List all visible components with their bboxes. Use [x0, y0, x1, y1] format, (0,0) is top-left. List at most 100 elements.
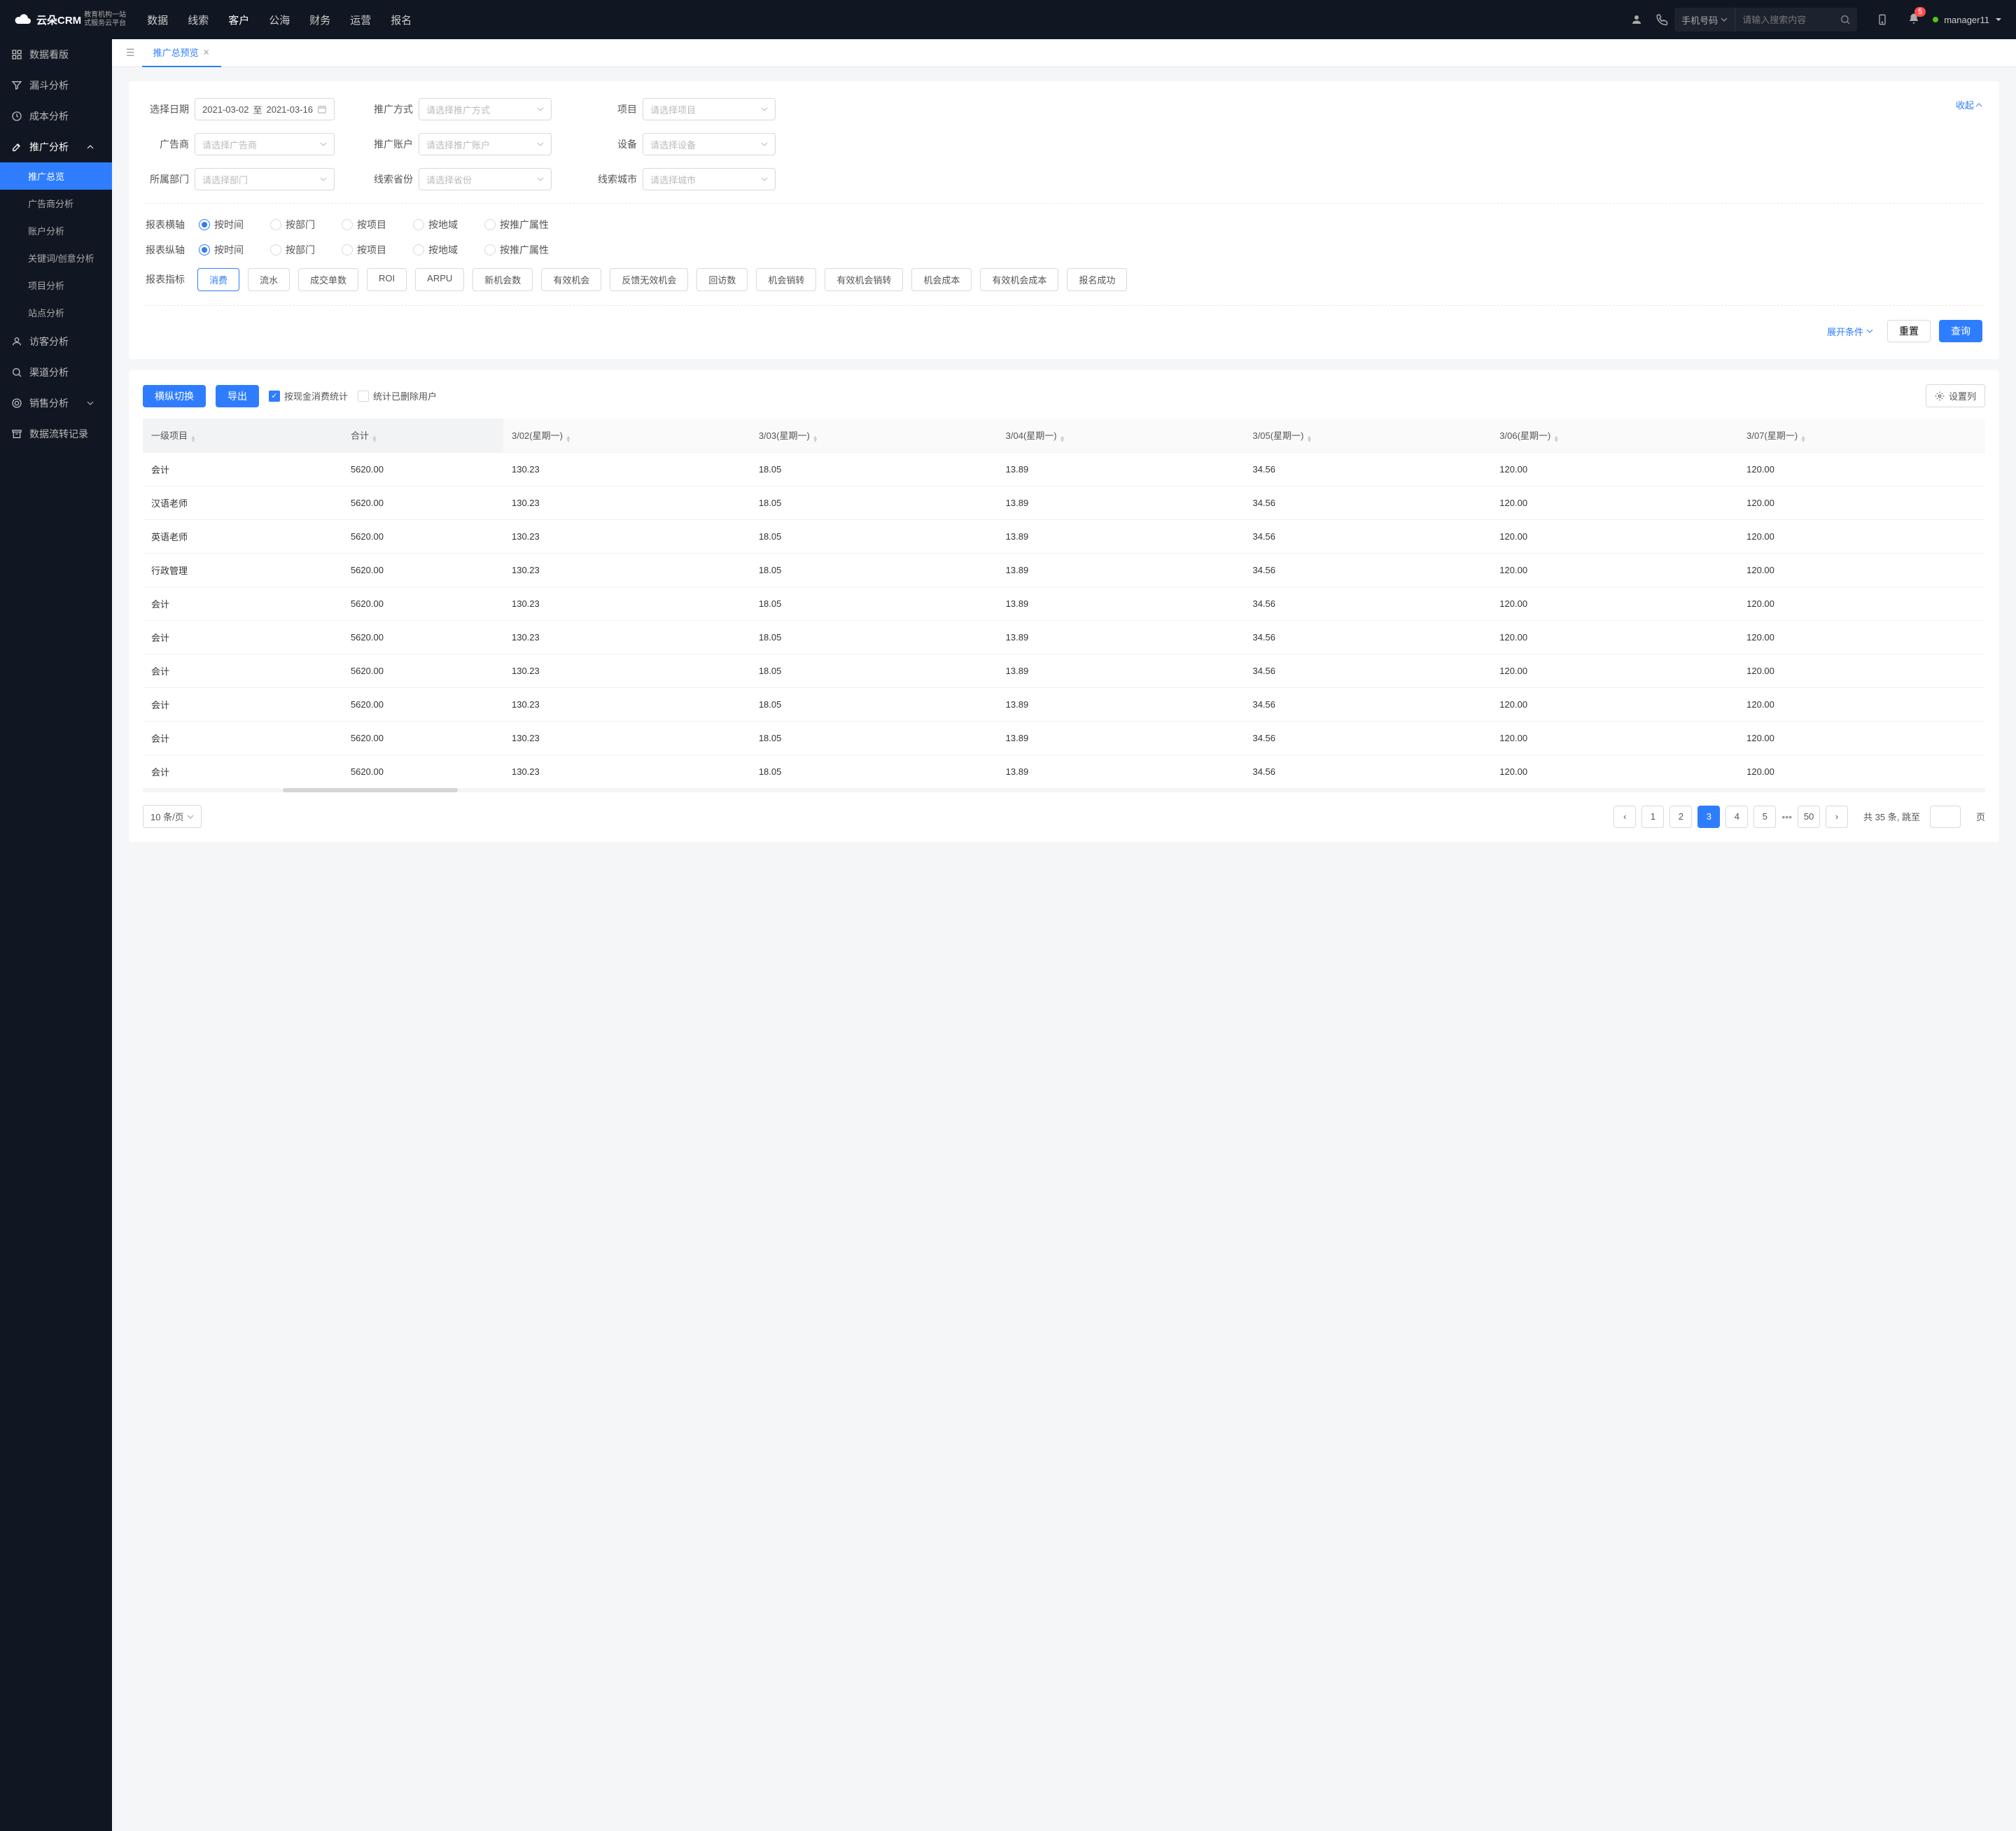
sidebar-item-漏斗分析[interactable]: 漏斗分析 [0, 70, 112, 101]
topnav-数据[interactable]: 数据 [147, 13, 168, 27]
metric-新机会数[interactable]: 新机会数 [472, 268, 533, 291]
dept-select[interactable]: 请选择部门 [195, 168, 335, 190]
sidebar-item-数据看版[interactable]: 数据看版 [0, 39, 112, 70]
collapse-link[interactable]: 收起 [1956, 98, 1982, 111]
metric-流水[interactable]: 流水 [248, 268, 290, 291]
vaxis-按项目[interactable]: 按项目 [342, 243, 386, 257]
topnav-公海[interactable]: 公海 [269, 13, 290, 27]
haxis-按项目[interactable]: 按项目 [342, 218, 386, 232]
col-header[interactable]: 3/04(星期一)▲▼ [997, 419, 1245, 453]
horizontal-scrollbar[interactable] [143, 788, 1985, 792]
export-button[interactable]: 导出 [216, 385, 259, 407]
metric-ARPU[interactable]: ARPU [415, 268, 464, 291]
metric-回访数[interactable]: 回访数 [696, 268, 748, 291]
phone-icon[interactable] [1649, 13, 1674, 26]
sidebar-sub-站点分析[interactable]: 站点分析 [0, 299, 112, 326]
col-header[interactable]: 3/03(星期一)▲▼ [750, 419, 997, 453]
col-header[interactable]: 合计▲▼ [342, 419, 503, 453]
sidebar-sub-广告商分析[interactable]: 广告商分析 [0, 190, 112, 217]
swap-button[interactable]: 横纵切换 [143, 385, 206, 407]
search-input[interactable] [1735, 15, 1833, 25]
project-label: 项目 [587, 102, 637, 116]
metric-反馈无效机会[interactable]: 反馈无效机会 [610, 268, 688, 291]
chevron-down-icon [537, 141, 544, 148]
device-label: 设备 [587, 137, 637, 151]
sidebar-item-数据流转记录[interactable]: 数据流转记录 [0, 419, 112, 449]
pager-page-5[interactable]: 5 [1754, 806, 1776, 828]
sidebar-item-访客分析[interactable]: 访客分析 [0, 326, 112, 357]
metric-机会销转[interactable]: 机会销转 [756, 268, 816, 291]
sidebar-sub-账户分析[interactable]: 账户分析 [0, 217, 112, 244]
pager-page-2[interactable]: 2 [1670, 806, 1692, 828]
tab-close[interactable]: ✕ [203, 48, 210, 57]
metric-消费[interactable]: 消费 [197, 268, 239, 291]
sidebar-sub-关键词/创意分析[interactable]: 关键词/创意分析 [0, 244, 112, 272]
user-menu[interactable]: manager11 [1933, 15, 2002, 25]
col-header[interactable]: 一级项目▲▼ [143, 419, 342, 453]
vaxis-按地域[interactable]: 按地域 [413, 243, 458, 257]
metric-有效机会销转[interactable]: 有效机会销转 [825, 268, 903, 291]
sidebar-item-销售分析[interactable]: 销售分析 [0, 388, 112, 419]
col-header[interactable]: 3/05(星期一)▲▼ [1244, 419, 1491, 453]
sidebar-item-成本分析[interactable]: 成本分析 [0, 101, 112, 132]
sidebar-sub-推广总览[interactable]: 推广总览 [0, 162, 112, 190]
expand-link[interactable]: 展开条件 [1827, 325, 1873, 338]
vaxis-按推广属性[interactable]: 按推广属性 [484, 243, 549, 257]
metric-成交单数[interactable]: 成交单数 [298, 268, 358, 291]
sidebar-sub-项目分析[interactable]: 项目分析 [0, 272, 112, 299]
haxis-按部门[interactable]: 按部门 [270, 218, 315, 232]
gear-icon [1935, 391, 1945, 401]
vaxis-按部门[interactable]: 按部门 [270, 243, 315, 257]
tab-promotion-overview[interactable]: 推广总预览 ✕ [142, 39, 221, 67]
columns-button[interactable]: 设置列 [1926, 384, 1985, 407]
topnav-报名[interactable]: 报名 [391, 13, 412, 27]
metric-报名成功[interactable]: 报名成功 [1067, 268, 1127, 291]
query-button[interactable]: 查询 [1939, 320, 1982, 342]
province-select[interactable]: 请选择省份 [419, 168, 552, 190]
include-deleted-checkbox[interactable]: 统计已删除用户 [358, 389, 437, 402]
col-header[interactable]: 3/02(星期一)▲▼ [503, 419, 750, 453]
metric-ROI[interactable]: ROI [367, 268, 407, 291]
vaxis-按时间[interactable]: 按时间 [199, 243, 244, 257]
pager-prev[interactable]: ‹ [1614, 806, 1636, 828]
pager-next[interactable]: › [1826, 806, 1848, 828]
topnav-运营[interactable]: 运营 [350, 13, 371, 27]
pager-page-1[interactable]: 1 [1642, 806, 1664, 828]
metric-有效机会成本[interactable]: 有效机会成本 [980, 268, 1058, 291]
notifications[interactable]: 5 [1907, 13, 1920, 27]
topnav-客户[interactable]: 客户 [228, 13, 249, 27]
device-select[interactable]: 请选择设备 [643, 133, 776, 155]
haxis-按推广属性[interactable]: 按推广属性 [484, 218, 549, 232]
pager-page-4[interactable]: 4 [1726, 806, 1748, 828]
method-select[interactable]: 请选择推广方式 [419, 98, 552, 120]
topnav-线索[interactable]: 线索 [188, 13, 209, 27]
date-range-picker[interactable]: 2021-03-02至2021-03-16 [195, 98, 335, 120]
haxis-按时间[interactable]: 按时间 [199, 218, 244, 232]
sidebar-item-推广分析[interactable]: 推广分析 [0, 132, 112, 162]
search-type-select[interactable]: 手机号码 [1674, 8, 1735, 31]
user-icon[interactable] [1624, 13, 1649, 26]
pager-page-50[interactable]: 50 [1798, 806, 1820, 828]
advertiser-select[interactable]: 请选择广告商 [195, 133, 335, 155]
city-select[interactable]: 请选择城市 [643, 168, 776, 190]
tabs-menu-icon[interactable]: ☰ [119, 47, 142, 59]
col-header[interactable]: 3/06(星期一)▲▼ [1491, 419, 1738, 453]
pager-jump-input[interactable] [1930, 806, 1961, 828]
reset-button[interactable]: 重置 [1887, 320, 1931, 342]
page-size-select[interactable]: 10 条/页 [143, 805, 202, 828]
cash-consume-checkbox[interactable]: ✓按现金消费统计 [269, 389, 348, 402]
project-select[interactable]: 请选择项目 [643, 98, 776, 120]
sidebar-item-渠道分析[interactable]: 渠道分析 [0, 357, 112, 388]
search-button[interactable] [1833, 14, 1857, 25]
chevron-down-icon [761, 106, 768, 113]
metric-机会成本[interactable]: 机会成本 [911, 268, 972, 291]
col-header[interactable]: 3/07(星期一)▲▼ [1738, 419, 1985, 453]
topnav-财务[interactable]: 财务 [309, 13, 330, 27]
table-row: 汉语老师5620.00130.2318.0513.8934.56120.0012… [143, 486, 1985, 520]
top-nav: 数据 线索 客户 公海 财务 运营 报名 [147, 13, 1624, 27]
haxis-按地域[interactable]: 按地域 [413, 218, 458, 232]
pager-page-3[interactable]: 3 [1698, 806, 1720, 828]
metric-有效机会[interactable]: 有效机会 [541, 268, 601, 291]
mobile-icon[interactable] [1870, 13, 1895, 26]
account-select[interactable]: 请选择推广账户 [419, 133, 552, 155]
